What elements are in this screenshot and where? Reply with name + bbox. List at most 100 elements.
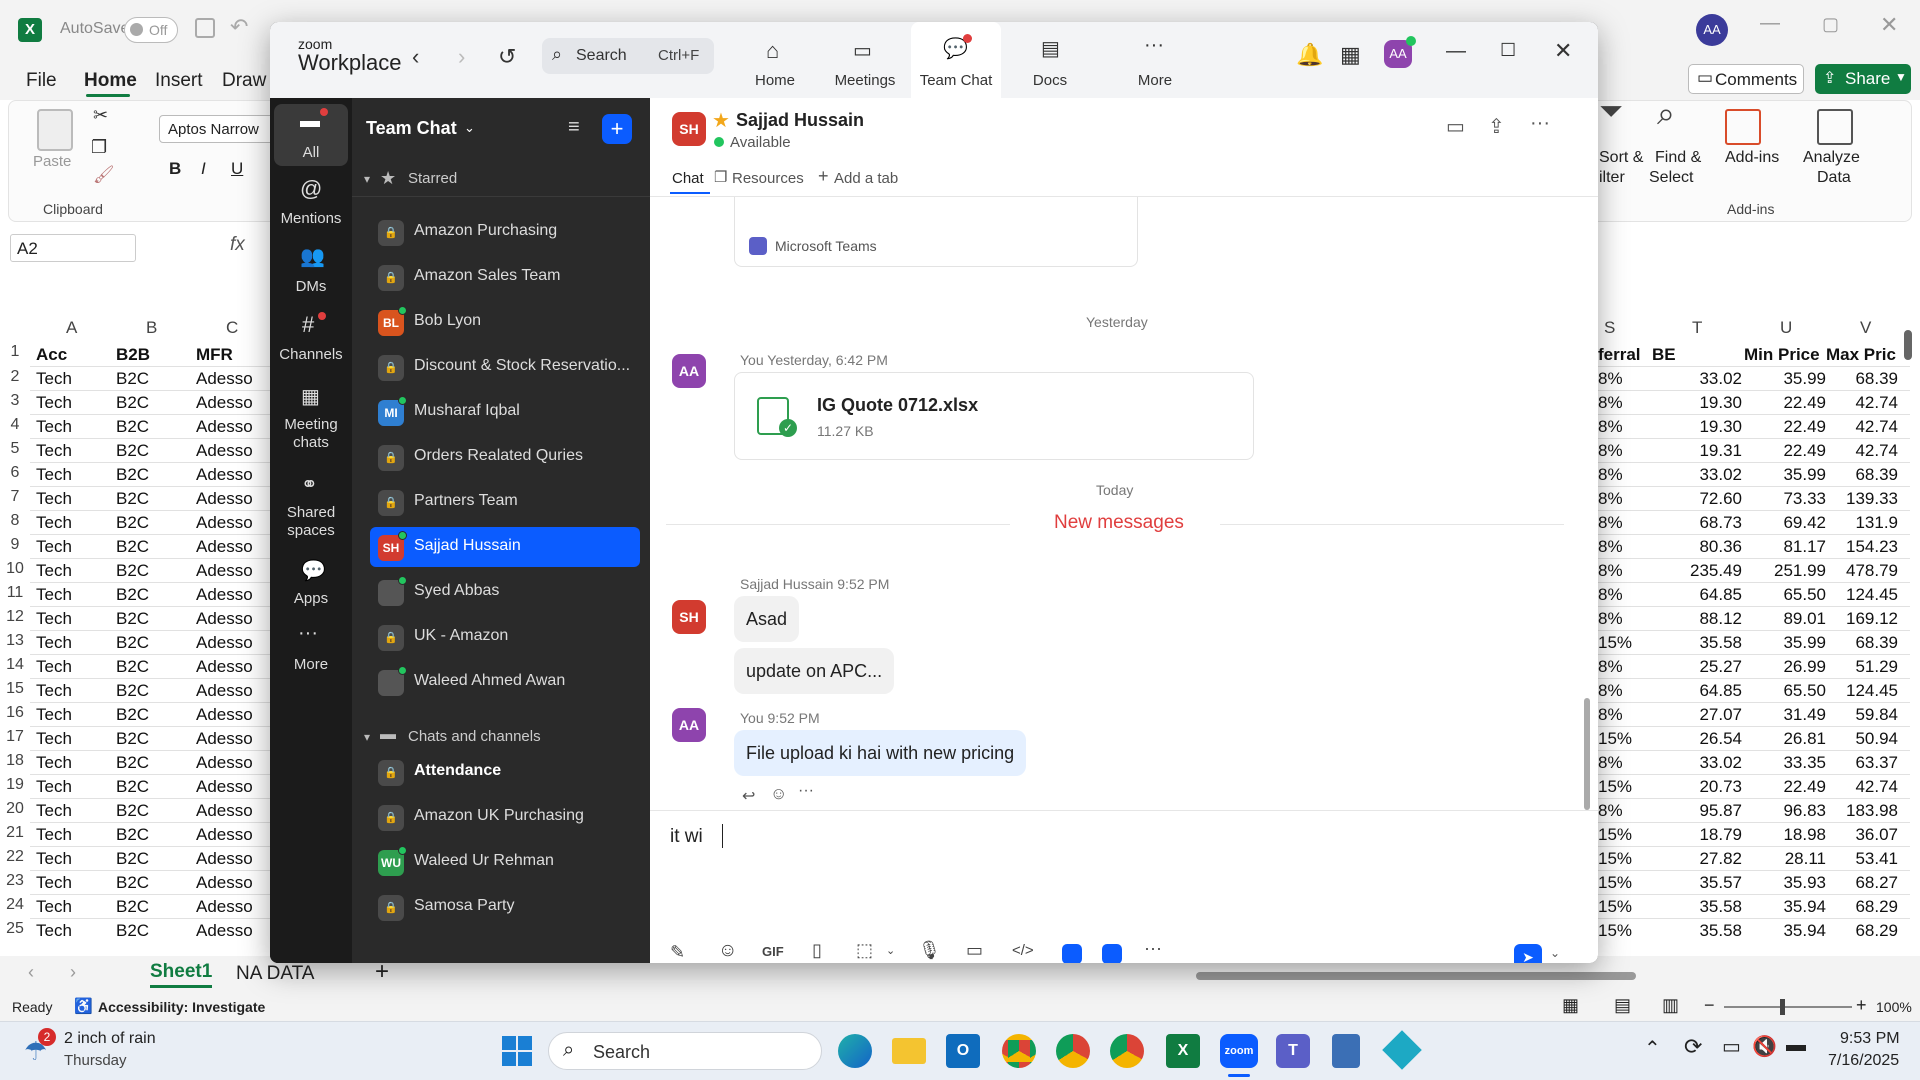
chat-list-item[interactable]: 🔒 Amazon Purchasing	[370, 212, 640, 252]
table-cell[interactable]: 8%	[1598, 753, 1623, 773]
table-cell[interactable]: Tech	[36, 753, 72, 773]
clock-date[interactable]: 7/16/2025	[1828, 1052, 1899, 1070]
table-cell[interactable]: 8%	[1598, 465, 1623, 485]
tab-file[interactable]: File	[26, 70, 57, 92]
send-options-chevron-icon[interactable]: ⌄	[1550, 946, 1560, 960]
table-cell[interactable]: 19.31	[1652, 441, 1742, 461]
nav-home[interactable]: ⌂ Home	[740, 22, 810, 98]
table-cell[interactable]: B2C	[116, 465, 149, 485]
send-button[interactable]: ➤	[1514, 944, 1542, 963]
analyze-data-icon[interactable]	[1817, 109, 1853, 145]
calculator-icon[interactable]	[1332, 1034, 1360, 1068]
table-cell[interactable]: B2C	[116, 849, 149, 869]
row-header[interactable]: 4	[0, 416, 30, 434]
addins-icon[interactable]	[1725, 109, 1761, 145]
underline-button[interactable]: U	[231, 159, 243, 179]
column-header[interactable]: B	[146, 318, 157, 338]
row-header[interactable]: 6	[0, 464, 30, 482]
chat-tab-resources[interactable]: Resources	[732, 170, 804, 187]
table-cell[interactable]: B2C	[116, 801, 149, 821]
table-cell[interactable]: 42.74	[1826, 417, 1898, 437]
table-cell[interactable]: B2C	[116, 393, 149, 413]
table-cell[interactable]: 68.73	[1652, 513, 1742, 533]
table-cell[interactable]: Adesso	[196, 705, 253, 725]
table-cell[interactable]: Tech	[36, 417, 72, 437]
list-title[interactable]: Team Chat	[366, 118, 457, 139]
table-cell[interactable]: 8%	[1598, 657, 1623, 677]
chat-list-item[interactable]: 🔒 Attendance	[370, 752, 640, 792]
attach-file-icon[interactable]: ▯	[812, 940, 838, 963]
table-cell[interactable]: Tech	[36, 609, 72, 629]
chat-more-icon[interactable]: ···	[1530, 112, 1550, 135]
table-cell[interactable]: 15%	[1598, 825, 1632, 845]
forward-chevron-icon[interactable]: ›	[458, 44, 465, 70]
table-cell[interactable]: Adesso	[196, 849, 253, 869]
table-cell[interactable]: Adesso	[196, 633, 253, 653]
msg3-bubble[interactable]: File upload ki hai with new pricing	[734, 730, 1027, 776]
table-cell[interactable]: 27.82	[1652, 849, 1742, 869]
tab-draw[interactable]: Draw	[222, 70, 266, 92]
table-cell[interactable]: Tech	[36, 393, 72, 413]
table-cell[interactable]: Tech	[36, 705, 72, 725]
row-header[interactable]: 5	[0, 440, 30, 458]
table-cell[interactable]: 8%	[1598, 489, 1623, 509]
table-cell[interactable]: 35.58	[1652, 921, 1742, 941]
table-cell[interactable]: 35.99	[1744, 633, 1826, 653]
save-icon[interactable]	[195, 18, 215, 38]
table-cell[interactable]: Tech	[36, 777, 72, 797]
table-cell[interactable]: 22.49	[1744, 417, 1826, 437]
table-cell[interactable]: 89.01	[1744, 609, 1826, 629]
profile-avatar[interactable]: AA	[1696, 14, 1728, 46]
chat-list-item[interactable]: Syed Abbas	[370, 572, 640, 612]
table-cell[interactable]: B2C	[116, 921, 149, 941]
table-cell[interactable]: 65.50	[1744, 585, 1826, 605]
table-cell[interactable]: Tech	[36, 897, 72, 917]
table-cell[interactable]: 68.27	[1826, 873, 1898, 893]
table-cell[interactable]: 8%	[1598, 441, 1623, 461]
table-cell[interactable]: 19.30	[1652, 417, 1742, 437]
rail-mentions[interactable]: @ Mentions	[274, 176, 348, 232]
table-cell[interactable]: 251.99	[1744, 561, 1826, 581]
table-cell[interactable]: B2C	[116, 657, 149, 677]
table-cell[interactable]: Adesso	[196, 465, 253, 485]
table-cell[interactable]: 35.58	[1652, 633, 1742, 653]
zoom-app2-icon[interactable]	[1102, 944, 1122, 963]
header-cell[interactable]: MFR	[196, 345, 233, 365]
status-accessibility[interactable]: Accessibility: Investigate	[98, 999, 265, 1015]
table-cell[interactable]: Adesso	[196, 369, 253, 389]
format-text-icon[interactable]: ✎	[670, 942, 696, 963]
table-cell[interactable]: 15%	[1598, 897, 1632, 917]
table-cell[interactable]: 96.83	[1744, 801, 1826, 821]
nav-meetings[interactable]: ▭ Meetings	[825, 22, 905, 98]
row-header[interactable]: 13	[0, 632, 30, 650]
file-attachment-card[interactable]: ✓ IG Quote 0712.xlsx 11.27 KB	[734, 372, 1254, 460]
rail-more[interactable]: ··· More	[274, 622, 348, 680]
excel-maximize-icon[interactable]: ▢	[1822, 14, 1839, 35]
italic-button[interactable]: I	[201, 159, 206, 179]
row-header[interactable]: 8	[0, 512, 30, 530]
table-cell[interactable]: Adesso	[196, 537, 253, 557]
table-cell[interactable]: Tech	[36, 657, 72, 677]
table-cell[interactable]: 15%	[1598, 921, 1632, 941]
row-header[interactable]: 23	[0, 872, 30, 890]
weather-line1[interactable]: 2 inch of rain	[64, 1030, 156, 1048]
column-header[interactable]: T	[1692, 318, 1702, 338]
table-cell[interactable]: 131.9	[1826, 513, 1898, 533]
table-cell[interactable]: 15%	[1598, 729, 1632, 749]
table-cell[interactable]: 139.33	[1826, 489, 1898, 509]
normal-view-icon[interactable]: ▦	[1562, 995, 1579, 1016]
table-cell[interactable]: 65.50	[1744, 681, 1826, 701]
table-cell[interactable]: 124.45	[1826, 681, 1898, 701]
rail-all[interactable]: ▬ All	[274, 104, 348, 166]
my-avatar-2[interactable]: AA	[672, 708, 706, 742]
table-cell[interactable]: 88.12	[1652, 609, 1742, 629]
table-cell[interactable]: Adesso	[196, 873, 253, 893]
sheet-tab-sheet1[interactable]: Sheet1	[150, 961, 213, 988]
video-call-icon[interactable]: ▭	[1446, 114, 1465, 139]
new-chat-button[interactable]: +	[602, 114, 632, 144]
battery-icon[interactable]: ▬	[1786, 1034, 1806, 1057]
chat-list-item[interactable]: MI Musharaf Iqbal	[370, 392, 640, 432]
row-header[interactable]: 21	[0, 824, 30, 842]
paste-icon[interactable]	[37, 109, 73, 151]
table-cell[interactable]: 80.36	[1652, 537, 1742, 557]
